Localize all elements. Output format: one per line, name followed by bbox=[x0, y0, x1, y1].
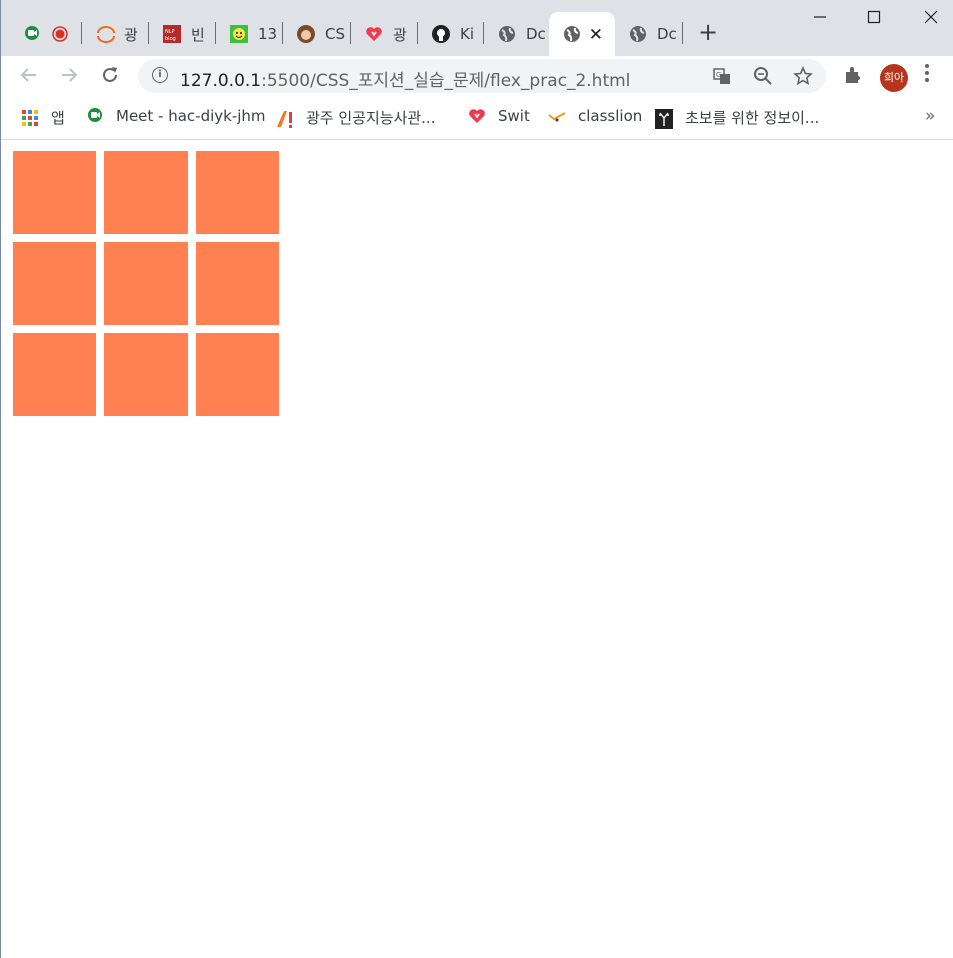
bookmark-label: 앱 bbox=[51, 109, 65, 127]
page-viewport bbox=[1, 140, 953, 958]
nlp-blog-icon: NLP blog bbox=[163, 25, 181, 43]
bookmarks-bar: 앱 Meet - hac-diyk-jhm 광주 인공지능사관... Swit … bbox=[1, 98, 953, 140]
meet-icon bbox=[23, 25, 41, 43]
svg-text:NLP: NLP bbox=[165, 29, 175, 35]
tab-label: 13 bbox=[258, 25, 278, 43]
extensions-puzzle-icon[interactable] bbox=[843, 65, 863, 90]
url-text[interactable]: 127.0.0.1:5500/CSS_포지션_실습_문제/flex_prac_2… bbox=[180, 66, 630, 91]
bookmark-label: Swit bbox=[498, 107, 530, 125]
flex-container bbox=[13, 151, 283, 416]
tab-label: 광 bbox=[124, 25, 138, 44]
tab-2[interactable]: NLP blog 빈 bbox=[149, 12, 216, 56]
globe-icon bbox=[629, 25, 647, 43]
tab-9[interactable]: Dc bbox=[615, 12, 683, 56]
window-close-icon[interactable] bbox=[916, 8, 946, 32]
tab-close-icon[interactable]: ✕ bbox=[589, 25, 603, 45]
tab-strip: 광 NLP blog 빈 13 CS 광 Ki Dc ✕ Dc + bbox=[1, 0, 953, 56]
tab-6[interactable]: Ki bbox=[418, 12, 484, 56]
deer-icon bbox=[655, 108, 673, 129]
bookmark-label: 초보를 위한 정보이... bbox=[685, 109, 820, 127]
bookmark-info-beginner[interactable]: 초보를 위한 정보이... bbox=[655, 107, 820, 129]
tab-4[interactable]: CS bbox=[283, 12, 351, 56]
smiley-icon bbox=[230, 25, 248, 43]
bookmark-meet[interactable]: Meet - hac-diyk-jhm bbox=[86, 107, 266, 125]
globe-icon bbox=[498, 25, 516, 43]
tab-7[interactable]: Dc bbox=[484, 12, 547, 56]
back-arrow-icon[interactable] bbox=[14, 62, 44, 92]
profile-avatar[interactable]: 희아 bbox=[880, 64, 908, 92]
tab-separator bbox=[682, 22, 683, 44]
flex-box bbox=[104, 242, 188, 325]
tab-meet[interactable] bbox=[9, 12, 82, 56]
classlion-icon bbox=[548, 107, 566, 125]
svg-text:G: G bbox=[716, 71, 721, 79]
bookmarks-overflow-chevron[interactable]: » bbox=[925, 106, 935, 126]
globe-icon bbox=[563, 25, 581, 43]
bookmark-label: 광주 인공지능사관... bbox=[306, 109, 436, 127]
orange-arc-icon bbox=[96, 25, 115, 43]
flex-box bbox=[104, 151, 188, 234]
flex-box bbox=[104, 333, 188, 416]
avatar-icon bbox=[297, 25, 315, 43]
svg-text:blog: blog bbox=[165, 36, 176, 42]
flex-box bbox=[196, 333, 279, 416]
toolbar: i 127.0.0.1:5500/CSS_포지션_실습_문제/flex_prac… bbox=[1, 56, 953, 98]
tab-5[interactable]: 광 bbox=[351, 12, 418, 56]
flex-box bbox=[196, 242, 279, 325]
tab-label: CS bbox=[325, 25, 345, 43]
bookmark-label: Meet - hac-diyk-jhm bbox=[116, 107, 266, 125]
address-bar[interactable]: i 127.0.0.1:5500/CSS_포지션_실습_문제/flex_prac… bbox=[138, 59, 826, 93]
flex-box bbox=[13, 242, 96, 325]
flex-box bbox=[13, 151, 96, 234]
ai-logo-icon bbox=[276, 109, 294, 128]
minimize-icon[interactable] bbox=[805, 8, 835, 32]
meet-icon bbox=[86, 107, 104, 125]
forward-arrow-icon[interactable] bbox=[54, 62, 84, 92]
recording-icon bbox=[51, 25, 69, 43]
maximize-icon[interactable] bbox=[859, 8, 889, 32]
url-host: 127.0.0.1 bbox=[180, 71, 262, 91]
apps-grid-icon bbox=[21, 109, 39, 127]
tab-3[interactable]: 13 bbox=[216, 12, 283, 56]
bookmark-gwangju-ai[interactable]: 광주 인공지능사관... bbox=[276, 107, 435, 128]
bookmark-swit[interactable]: Swit bbox=[468, 107, 530, 125]
bookmark-apps[interactable]: 앱 bbox=[21, 107, 65, 128]
url-path: :5500/CSS_포지션_실습_문제/flex_prac_2.html bbox=[261, 71, 631, 91]
browser-chrome: 광 NLP blog 빈 13 CS 광 Ki Dc ✕ Dc + i 127.… bbox=[1, 0, 953, 140]
tab-active[interactable]: ✕ bbox=[549, 12, 615, 56]
github-icon bbox=[432, 25, 450, 43]
swit-heart-icon bbox=[468, 107, 486, 125]
more-menu-icon[interactable] bbox=[923, 62, 931, 89]
tab-label: 빈 bbox=[191, 25, 205, 44]
tab-label: Ki bbox=[460, 25, 475, 43]
flex-box bbox=[196, 151, 279, 234]
new-tab-plus-icon[interactable]: + bbox=[698, 20, 718, 44]
tab-label: 광 bbox=[393, 25, 407, 44]
bookmark-star-icon[interactable] bbox=[793, 65, 813, 86]
tab-label: Dc bbox=[526, 25, 546, 43]
zoom-icon[interactable] bbox=[753, 66, 773, 86]
bookmark-label: classlion bbox=[578, 107, 643, 125]
flex-box bbox=[13, 333, 96, 416]
reload-icon[interactable] bbox=[95, 62, 125, 92]
translate-icon[interactable]: G bbox=[712, 66, 732, 86]
swit-heart-icon bbox=[365, 25, 383, 43]
site-info-icon[interactable]: i bbox=[152, 67, 168, 83]
tab-1[interactable]: 광 bbox=[82, 12, 149, 56]
bookmark-classlion[interactable]: classlion bbox=[548, 107, 642, 125]
tab-label: Dc bbox=[657, 25, 677, 43]
